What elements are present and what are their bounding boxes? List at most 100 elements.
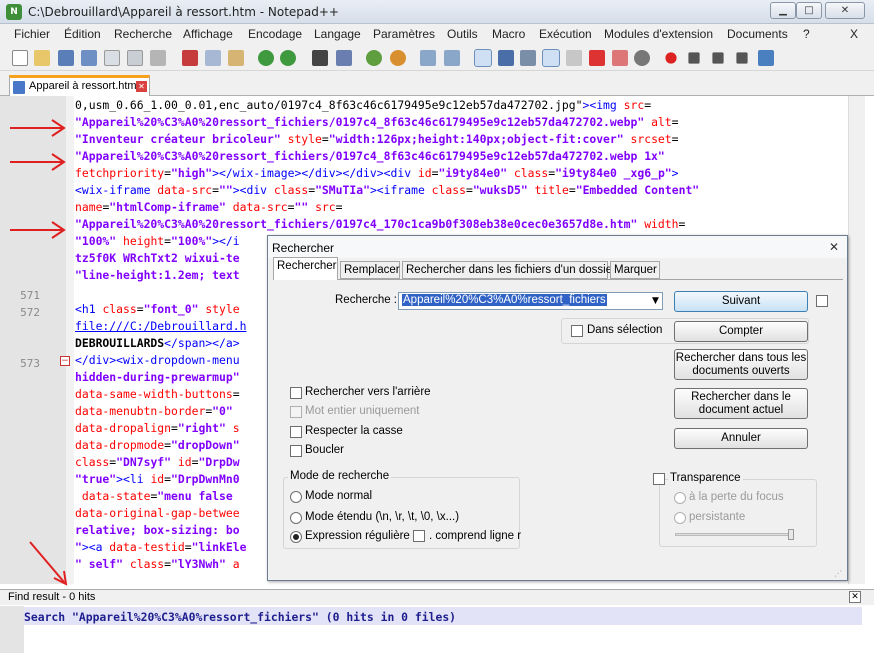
- mode-normal-radio[interactable]: [290, 491, 302, 503]
- mode-extended-radio[interactable]: [290, 512, 302, 524]
- doc-map-icon[interactable]: [566, 50, 582, 66]
- code-line[interactable]: </div><wix-dropdown-menu: [75, 353, 240, 367]
- menu-macro[interactable]: Macro: [492, 27, 525, 41]
- new-file-icon[interactable]: [12, 50, 28, 66]
- tab-rechercher[interactable]: Rechercher: [273, 257, 338, 280]
- backward-checkbox[interactable]: [290, 387, 302, 399]
- code-line[interactable]: data-dropalign="right" s: [75, 421, 240, 435]
- print-icon[interactable]: [150, 50, 166, 66]
- menu-outils[interactable]: Outils: [447, 27, 478, 41]
- code-line[interactable]: " self" class="lY3Nwh" a: [75, 557, 240, 571]
- code-line[interactable]: "Inventeur créateur bricoleur" style="wi…: [75, 132, 679, 146]
- folder-workspace-icon[interactable]: [612, 50, 628, 66]
- find-all-current-doc-button[interactable]: Rechercher dans le document actuel: [674, 388, 808, 419]
- save-all-icon[interactable]: [81, 50, 97, 66]
- code-line[interactable]: class="DN7syf" id="DrpDw: [75, 455, 240, 469]
- menu-fichier[interactable]: Fichier: [14, 27, 50, 41]
- transparency-checkbox[interactable]: [653, 473, 665, 485]
- code-line[interactable]: data-state="menu false: [75, 489, 233, 503]
- code-line[interactable]: "Appareil%20%C3%A0%20ressort_fichiers/01…: [75, 217, 685, 231]
- editor-vertical-scrollbar[interactable]: [848, 96, 865, 584]
- chevron-down-icon[interactable]: ▼: [652, 296, 659, 306]
- show-all-chars-icon[interactable]: [498, 50, 514, 66]
- menu-encodage[interactable]: Encodage: [248, 27, 302, 41]
- code-line[interactable]: name="htmlComp-iframe" data-src="" src=: [75, 200, 343, 214]
- resize-grip-icon[interactable]: ⋰: [834, 569, 842, 578]
- code-line[interactable]: "Appareil%20%C3%A0%20ressort_fichiers/01…: [75, 149, 665, 163]
- open-file-icon[interactable]: [34, 50, 50, 66]
- code-line[interactable]: <h1 class="font_0" style: [75, 302, 240, 316]
- copy-icon[interactable]: [205, 50, 221, 66]
- code-line[interactable]: 0,usm_0.66_1.00_0.01,enc_auto/0197c4_8f6…: [75, 98, 651, 112]
- close-file-icon[interactable]: [104, 50, 120, 66]
- code-line[interactable]: "true"><li id="DrpDwnMn0: [75, 472, 240, 486]
- tab-close-icon[interactable]: ✕: [136, 81, 147, 92]
- undo-icon[interactable]: [258, 50, 274, 66]
- code-line[interactable]: data-menubtn-border="0": [75, 404, 233, 418]
- sync-vertical-icon[interactable]: [420, 50, 436, 66]
- code-line[interactable]: data-dropmode="dropDown": [75, 438, 240, 452]
- menu-help[interactable]: ?: [803, 27, 810, 41]
- menu-close-doc[interactable]: X: [850, 27, 858, 41]
- close-window-button[interactable]: ✕: [825, 2, 865, 19]
- menu-execution[interactable]: Exécution: [539, 27, 592, 41]
- match-case-checkbox[interactable]: [290, 426, 302, 438]
- in-selection-checkbox[interactable]: [571, 325, 583, 337]
- indent-guide-icon[interactable]: [520, 50, 536, 66]
- next-extra-checkbox[interactable]: [816, 295, 828, 307]
- code-line[interactable]: data-same-width-buttons=: [75, 387, 240, 401]
- transparency-slider[interactable]: [675, 533, 793, 536]
- tab-remplacer[interactable]: Remplacer: [340, 261, 400, 279]
- transparency-slider-thumb[interactable]: [788, 529, 794, 540]
- search-result-line[interactable]: Search "Appareil%20%C3%A0%ressort_fichie…: [24, 607, 862, 625]
- menu-affichage[interactable]: Affichage: [183, 27, 233, 41]
- tab-marquer[interactable]: Marquer: [610, 261, 660, 279]
- tab-find-in-files[interactable]: Rechercher dans les fichiers d'un dossie…: [402, 261, 616, 279]
- menu-recherche[interactable]: Recherche: [114, 27, 172, 41]
- cancel-button[interactable]: Annuler: [674, 428, 808, 449]
- dot-matches-newline-checkbox[interactable]: [413, 530, 425, 542]
- code-line[interactable]: DEBROUILLARDS</span></a>: [75, 336, 240, 350]
- find-icon[interactable]: [312, 50, 328, 66]
- code-line[interactable]: "line-height:1.2em; text: [75, 268, 240, 282]
- code-line[interactable]: "Appareil%20%C3%A0%20ressort_fichiers/01…: [75, 115, 679, 129]
- code-line[interactable]: data-original-gap-betwee: [75, 506, 240, 520]
- stop-macro-icon[interactable]: [688, 52, 700, 64]
- word-wrap-icon[interactable]: [474, 49, 492, 67]
- code-line[interactable]: "100%" height="100%"></i: [75, 234, 240, 248]
- menu-modules[interactable]: Modules d'extension: [604, 27, 713, 41]
- record-macro-icon[interactable]: [665, 52, 677, 64]
- language-udl-icon[interactable]: [542, 49, 560, 67]
- search-combobox[interactable]: Appareil%20%C3%A0%ressort_fichiers ▼: [398, 292, 663, 310]
- code-line[interactable]: "><a data-testid="linkEle: [75, 540, 246, 554]
- tab-appareil-a-ressort[interactable]: Appareil à ressort.htm ✕: [9, 75, 150, 97]
- play-macro-icon[interactable]: [712, 52, 724, 64]
- save-macro-icon[interactable]: [758, 50, 774, 66]
- fold-toggle-icon[interactable]: −: [60, 356, 70, 366]
- zoom-out-icon[interactable]: [390, 50, 406, 66]
- code-line[interactable]: relative; box-sizing: bo: [75, 523, 240, 537]
- menu-documents[interactable]: Documents: [727, 27, 788, 41]
- next-button[interactable]: Suivant: [674, 291, 808, 312]
- replace-icon[interactable]: [336, 50, 352, 66]
- code-line[interactable]: fetchpriority="high"></wix-image></div><…: [75, 166, 679, 180]
- menu-parametres[interactable]: Paramètres: [373, 27, 435, 41]
- code-line[interactable]: tz5f0K WRchTxt2 wixui-te: [75, 251, 240, 265]
- find-result-close-icon[interactable]: ✕: [849, 591, 861, 603]
- save-icon[interactable]: [58, 50, 74, 66]
- find-all-open-docs-button[interactable]: Rechercher dans tous les documents ouver…: [674, 349, 808, 380]
- code-line[interactable]: <wix-iframe data-src=""><div class="SMuT…: [75, 183, 699, 197]
- wrap-checkbox[interactable]: [290, 445, 302, 457]
- zoom-in-icon[interactable]: [366, 50, 382, 66]
- redo-icon[interactable]: [280, 50, 296, 66]
- menu-langage[interactable]: Langage: [314, 27, 361, 41]
- code-line[interactable]: file:///C:/Debrouillard.h: [75, 319, 246, 333]
- mode-regex-radio[interactable]: [290, 531, 302, 543]
- minimize-button[interactable]: ▁: [770, 2, 796, 19]
- cut-icon[interactable]: [182, 50, 198, 66]
- function-list-icon[interactable]: [589, 50, 605, 66]
- count-button[interactable]: Compter: [674, 321, 808, 342]
- dialog-close-icon[interactable]: ✕: [829, 240, 839, 254]
- menu-edition[interactable]: Édition: [64, 27, 101, 41]
- sync-horizontal-icon[interactable]: [444, 50, 460, 66]
